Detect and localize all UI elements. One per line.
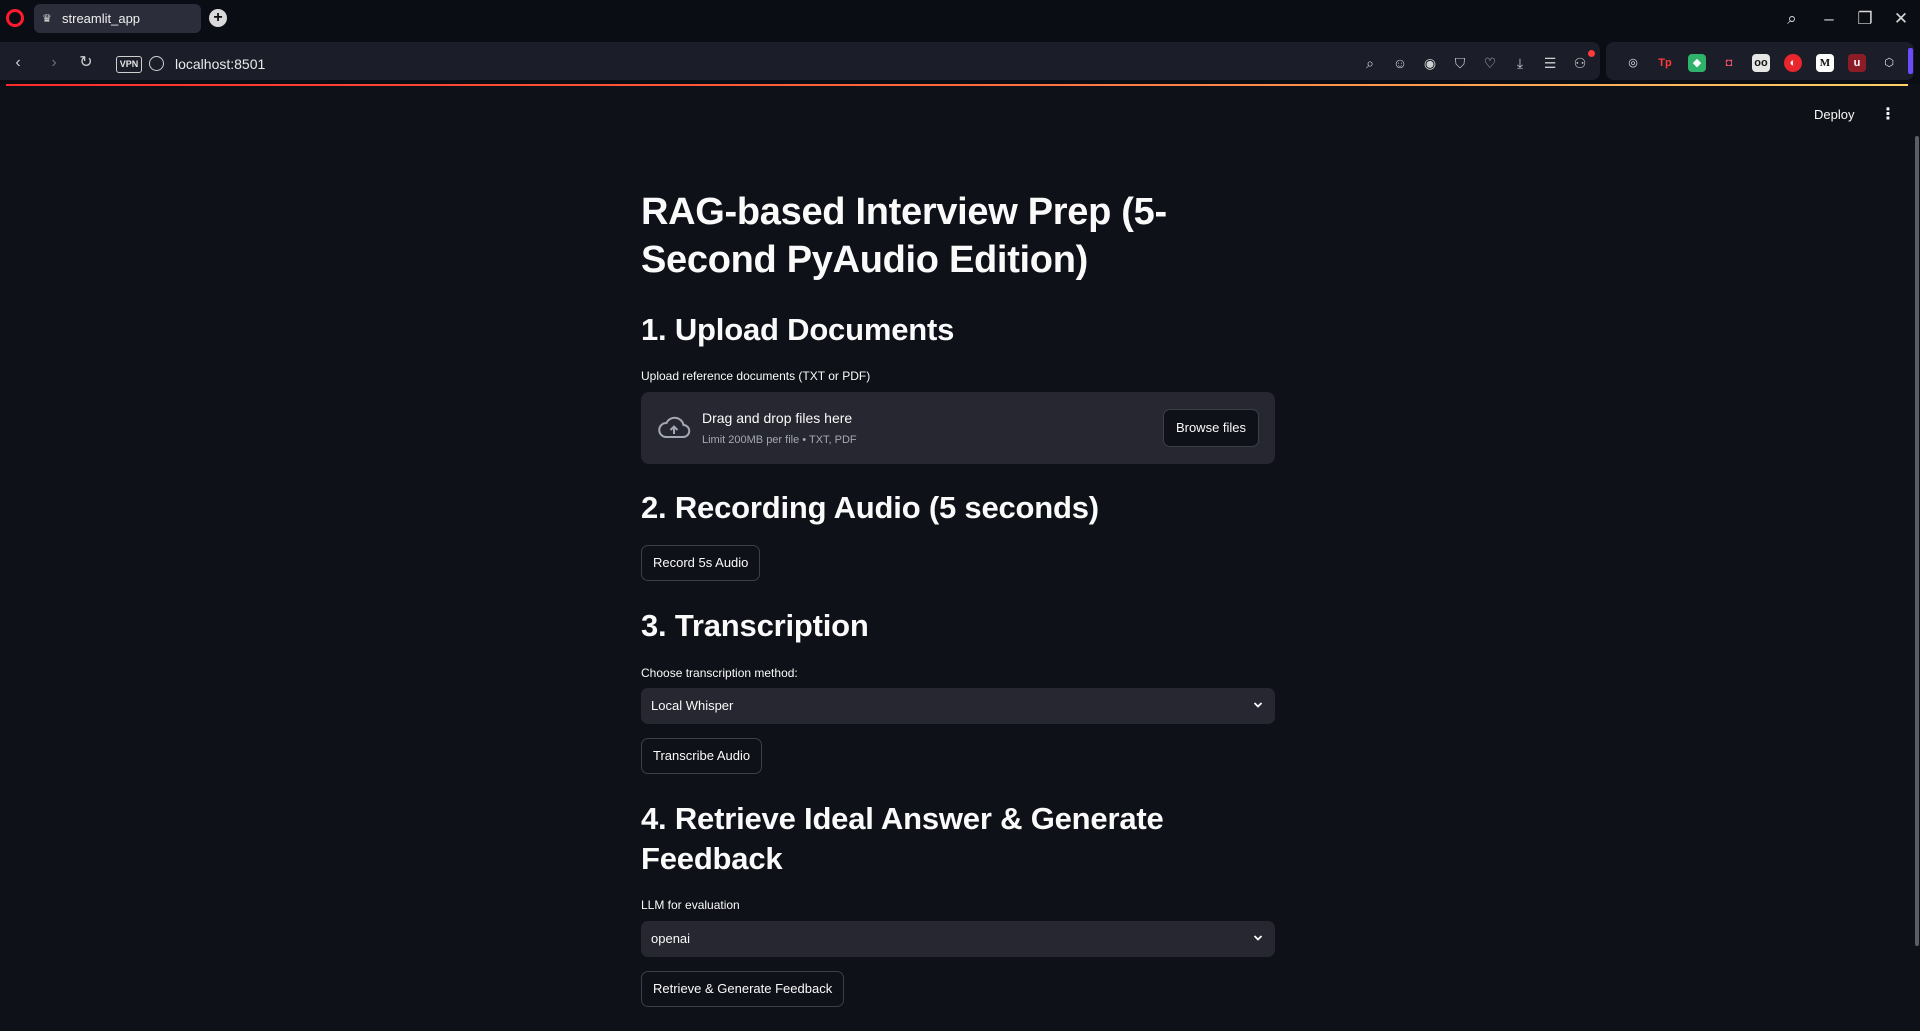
snapshot-camera-icon[interactable]: ◉ [1421, 54, 1439, 72]
downloads-icon[interactable]: ⤓ [1511, 54, 1529, 72]
forward-icon[interactable]: › [44, 53, 64, 73]
url-text[interactable]: localhost:8501 [175, 54, 265, 74]
easy-setup-menu-icon[interactable]: ☰ [1541, 54, 1559, 72]
chevron-down-icon [1253, 702, 1263, 708]
reload-icon[interactable]: ↻ [76, 53, 96, 73]
find-in-page-icon[interactable]: ⌕ [1361, 54, 1379, 72]
deploy-button[interactable]: Deploy [1814, 107, 1854, 123]
main-menu-kebab-icon[interactable]: ⋮ [1880, 107, 1896, 123]
bookmarks-heart-icon[interactable]: ♡ [1481, 54, 1499, 72]
extensions-cube-icon[interactable]: ⬡ [1880, 54, 1898, 72]
llm-evaluation-select[interactable]: openai [641, 921, 1275, 957]
ad-blocker-shield-icon[interactable]: ⛉ [1451, 54, 1469, 72]
streamlit-app: Deploy ⋮ RAG-based Interview Prep (5-Sec… [0, 86, 1920, 1031]
opera-logo-icon[interactable] [6, 9, 24, 27]
restore-window-icon[interactable]: ❐ [1854, 8, 1876, 30]
medium-extension-icon[interactable]: M [1816, 54, 1834, 72]
new-tab-button[interactable]: + [209, 9, 227, 27]
file-uploader-dropzone[interactable]: Drag and drop files here Limit 200MB per… [641, 392, 1275, 464]
red-circle-extension-icon[interactable]: ◐ [1784, 54, 1802, 72]
browser-address-bar: ‹ › ↻ VPN localhost:8501 ⌕ ☺ ◉ ⛉ ♡ ⤓ ☰ ⚇… [0, 38, 1920, 84]
ublock-extension-icon[interactable]: u [1848, 54, 1866, 72]
page-scrollbar[interactable] [1915, 136, 1919, 946]
cloud-upload-icon [658, 416, 691, 438]
close-window-icon[interactable]: ✕ [1890, 8, 1912, 30]
tab-title: streamlit_app [62, 11, 141, 26]
transcription-method-value: Local Whisper [651, 698, 734, 713]
feedback-section-heading: 4. Retrieve Ideal Answer & Generate Feed… [641, 801, 1164, 876]
notification-dot [1588, 50, 1595, 57]
transcription-method-select[interactable]: Local Whisper [641, 688, 1275, 724]
chevron-down-icon [1253, 935, 1263, 941]
streamlit-favicon-icon: ♛ [42, 12, 52, 25]
browse-files-button[interactable]: Browse files [1163, 409, 1259, 447]
transcription-section-heading: 3. Transcription [641, 608, 869, 643]
emoji-icon[interactable]: ☺ [1391, 54, 1409, 72]
recording-section-heading: 2. Recording Audio (5 seconds) [641, 490, 1099, 525]
llm-evaluation-value: openai [651, 931, 691, 946]
address-field-container: ‹ › ↻ VPN localhost:8501 ⌕ ☺ ◉ ⛉ ♡ ⤓ ☰ ⚇ [0, 42, 1600, 80]
dropzone-limit-text: Limit 200MB per file • TXT, PDF [702, 434, 857, 446]
search-tabs-icon[interactable]: ⌕ [1781, 8, 1803, 30]
cube-extension-icon[interactable]: ◆ [1688, 54, 1706, 72]
profile-icon[interactable]: ⚇ [1571, 54, 1589, 72]
reader-extension-icon[interactable]: oo [1752, 54, 1770, 72]
sidebar-strip[interactable] [1908, 48, 1913, 74]
browser-tab-bar: ♛ streamlit_app + ⌕ – ❐ ✕ [0, 0, 1920, 38]
retrieve-generate-feedback-button[interactable]: Retrieve & Generate Feedback [641, 971, 845, 1007]
page-title: RAG-based Interview Prep (5-Second PyAud… [641, 191, 1167, 281]
upload-label: Upload reference documents (TXT or PDF) [641, 369, 871, 383]
llm-evaluation-label: LLM for evaluation [641, 898, 740, 912]
upload-section-heading: 1. Upload Documents [641, 312, 955, 347]
transcription-method-label: Choose transcription method: [641, 666, 798, 680]
back-icon[interactable]: ‹ [8, 53, 28, 73]
tp-extension-icon[interactable]: Tp [1656, 54, 1674, 72]
record-audio-button[interactable]: Record 5s Audio [641, 545, 761, 581]
pocket-extension-icon[interactable]: ◘ [1720, 54, 1738, 72]
site-info-icon[interactable] [149, 56, 164, 71]
minimize-window-icon[interactable]: – [1818, 8, 1840, 30]
vpn-badge[interactable]: VPN [116, 56, 142, 73]
browser-tab[interactable]: ♛ streamlit_app [34, 4, 201, 33]
incognito-extension-icon[interactable]: ◎ [1624, 54, 1642, 72]
extensions-area: ◎ Tp ◆ ◘ oo ◐ M u ⬡ [1606, 42, 1914, 80]
dropzone-title: Drag and drop files here [702, 410, 853, 426]
transcribe-audio-button[interactable]: Transcribe Audio [641, 738, 763, 774]
